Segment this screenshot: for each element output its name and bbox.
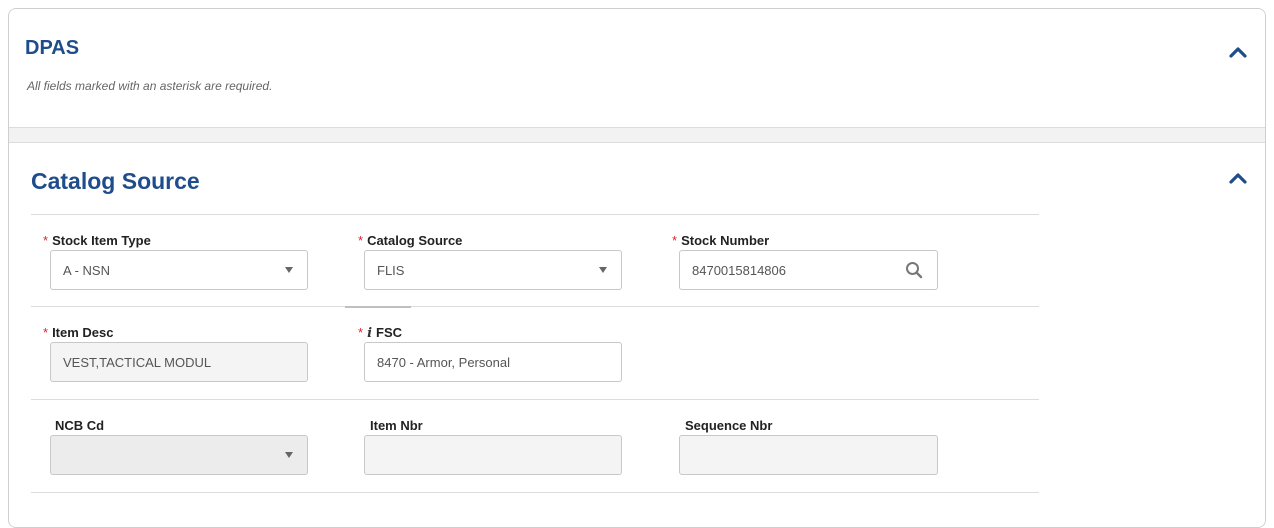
info-icon[interactable]: i: [367, 326, 372, 341]
item-desc-input[interactable]: VEST,TACTICAL MODUL: [50, 342, 308, 382]
catalog-collapse-chevron-up-icon[interactable]: [1227, 167, 1249, 189]
required-fields-note: All fields marked with an asterisk are r…: [27, 79, 273, 93]
divider: [31, 306, 1039, 307]
stock-number-input[interactable]: 8470015814806: [679, 250, 938, 290]
required-marker: *: [672, 233, 678, 248]
divider: [31, 214, 1039, 215]
caret-down-icon: [285, 452, 293, 458]
catalog-source-panel: Catalog Source * Stock Item Type A - NSN …: [9, 142, 1265, 527]
stock-item-type-select[interactable]: A - NSN: [50, 250, 308, 290]
divider-accent: [345, 306, 411, 308]
catalog-source-label: * Catalog Source: [358, 233, 463, 248]
required-marker: *: [43, 325, 49, 340]
caret-down-icon: [285, 267, 293, 273]
catalog-source-title: Catalog Source: [31, 168, 200, 194]
divider: [31, 399, 1039, 400]
item-nbr-label: Item Nbr: [370, 418, 423, 433]
stock-item-type-label: * Stock Item Type: [43, 233, 151, 248]
fsc-input[interactable]: 8470 - Armor, Personal: [364, 342, 622, 382]
fsc-label: * i FSC: [358, 325, 403, 341]
search-icon[interactable]: [905, 261, 923, 279]
catalog-source-select[interactable]: FLIS: [364, 250, 622, 290]
required-marker: *: [358, 233, 364, 248]
ncb-cd-label: NCB Cd: [55, 418, 105, 433]
item-desc-label: * Item Desc: [43, 325, 114, 340]
required-marker: *: [43, 233, 49, 248]
dpas-panel: DPAS All fields marked with an asterisk …: [9, 9, 1265, 128]
form-container: DPAS All fields marked with an asterisk …: [8, 8, 1266, 528]
stock-number-label: * Stock Number: [672, 233, 770, 248]
caret-down-icon: [599, 267, 607, 273]
required-marker: *: [358, 325, 364, 340]
sequence-nbr-input[interactable]: [679, 435, 938, 475]
sequence-nbr-label: Sequence Nbr: [685, 418, 773, 433]
dpas-collapse-chevron-up-icon[interactable]: [1227, 41, 1249, 63]
ncb-cd-select[interactable]: [50, 435, 308, 475]
divider: [31, 492, 1039, 493]
dpas-title: DPAS: [25, 37, 80, 59]
item-nbr-input[interactable]: [364, 435, 622, 475]
